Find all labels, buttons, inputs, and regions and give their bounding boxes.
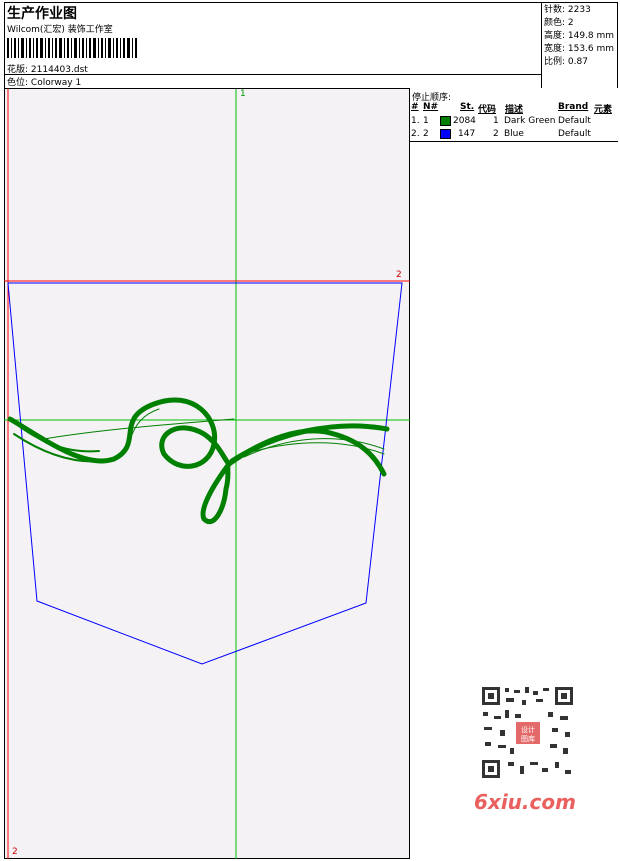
embroidery-preview: [4, 89, 410, 859]
stitch-count: 针数: 2233: [544, 5, 591, 15]
stop-row-2-code: 2: [493, 129, 499, 139]
col-brand: Brand: [558, 102, 589, 112]
stop-row-1-stitches: 2084: [453, 116, 476, 126]
stop-row-1-brand: Default: [558, 116, 591, 126]
pocket-outline: [7, 282, 403, 665]
colorway-label: 色位:: [7, 78, 29, 88]
guide-label-right: 2: [396, 270, 402, 280]
design-file: 花版: 2114403.dst: [7, 62, 88, 75]
stop-row-1-index: 1.: [411, 116, 420, 126]
swatch-dark-green: [440, 116, 451, 126]
watermark-site: 6xiu.com: [474, 790, 576, 814]
stop-sequence-divider: [409, 141, 618, 142]
col-description: 描述: [505, 105, 524, 115]
page-title: 生产作业图: [7, 6, 77, 22]
design-canvas[interactable]: 1 2 2: [4, 88, 410, 859]
design-scale: 比例: 0.87: [544, 57, 588, 67]
qr-logo-text: 设计: [521, 725, 535, 734]
stop-row-2-n: 2: [423, 129, 429, 139]
guide-label-top: 1: [240, 89, 246, 99]
design-width: 宽度: 153.6 mm: [544, 44, 615, 54]
stop-row-2-description: Blue: [504, 129, 524, 139]
qr-code: 设计 图库: [470, 682, 585, 782]
barcode: [7, 38, 137, 58]
embroidery-motif: [7, 397, 390, 524]
design-label: 花版:: [7, 65, 29, 75]
stop-row-1-code: 1: [493, 116, 499, 126]
col-hash: #: [411, 102, 419, 112]
stop-row-2-stitches: 147: [458, 129, 476, 139]
stats-panel: 针数: 2233 颜色: 2 高度: 149.8 mm 宽度: 153.6 mm…: [541, 2, 618, 89]
colorway: 色位: Colorway 1: [7, 75, 81, 88]
svg-text:图库: 图库: [521, 734, 535, 743]
col-element: 元素: [594, 105, 613, 115]
stop-row-1-n: 1: [423, 116, 429, 126]
col-n: N#: [423, 102, 439, 112]
design-height: 高度: 149.8 mm: [544, 31, 615, 41]
col-code: 代码: [478, 105, 497, 115]
stop-row-1-description: Dark Green: [504, 116, 556, 126]
swatch-blue: [440, 129, 451, 139]
col-stitches: St.: [460, 102, 475, 112]
guide-label-bottom: 2: [12, 847, 18, 857]
design-value: 2114403.dst: [30, 65, 88, 75]
studio-name: Wilcom(汇宏) 装饰工作室: [7, 25, 113, 35]
color-count: 颜色: 2: [544, 18, 574, 28]
colorway-value: Colorway 1: [30, 78, 82, 88]
stop-row-2-brand: Default: [558, 129, 591, 139]
stop-row-2-index: 2.: [411, 129, 420, 139]
